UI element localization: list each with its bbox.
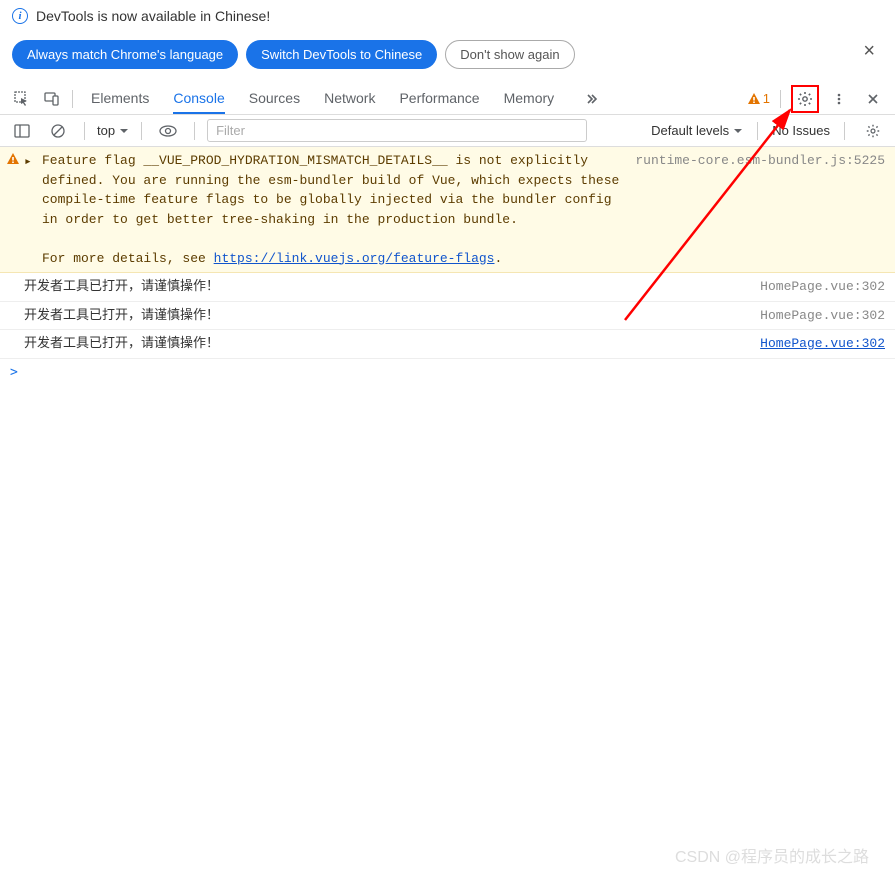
- tab-sources[interactable]: Sources: [249, 84, 300, 114]
- console-toolbar: top Default levels No Issues: [0, 115, 895, 147]
- main-tabs-row: Elements Console Sources Network Perform…: [0, 83, 895, 115]
- context-selector[interactable]: top: [97, 123, 129, 138]
- log-source[interactable]: HomePage.vue:302: [750, 277, 885, 297]
- close-icon[interactable]: ×: [855, 36, 883, 67]
- log-text: 开发者工具已打开，请谨慎操作！: [24, 334, 750, 354]
- info-icon: i: [12, 8, 28, 24]
- log-source-link[interactable]: HomePage.vue:302: [750, 334, 885, 354]
- issues-label[interactable]: No Issues: [772, 123, 830, 138]
- expand-icon[interactable]: ▸: [24, 151, 42, 268]
- kebab-menu-icon[interactable]: [825, 85, 853, 113]
- separator: [844, 122, 845, 140]
- console-log: 开发者工具已打开，请谨慎操作！ HomePage.vue:302: [0, 273, 895, 302]
- sidebar-toggle-icon[interactable]: [8, 117, 36, 145]
- device-toggle-icon[interactable]: [38, 85, 66, 113]
- live-expression-icon[interactable]: [154, 117, 182, 145]
- warnings-count: 1: [763, 91, 770, 106]
- console-log: 开发者工具已打开，请谨慎操作！ HomePage.vue:302: [0, 330, 895, 359]
- console-warning: ▸ Feature flag __VUE_PROD_HYDRATION_MISM…: [0, 147, 895, 273]
- infobar-buttons: Always match Chrome's language Switch De…: [0, 32, 895, 83]
- tabs: Elements Console Sources Network Perform…: [91, 84, 606, 114]
- log-levels-selector[interactable]: Default levels: [651, 123, 743, 138]
- language-infobar: i DevTools is now available in Chinese!: [0, 0, 895, 32]
- toolbar-right: Default levels No Issues: [651, 117, 887, 145]
- separator: [84, 122, 85, 140]
- warning-text: Feature flag __VUE_PROD_HYDRATION_MISMAT…: [42, 151, 625, 268]
- separator: [72, 90, 73, 108]
- tab-elements[interactable]: Elements: [91, 84, 149, 114]
- tabs-right: 1: [747, 85, 887, 113]
- tab-network[interactable]: Network: [324, 84, 375, 114]
- warnings-badge[interactable]: 1: [747, 91, 770, 106]
- levels-label: Default levels: [651, 123, 729, 138]
- context-label: top: [97, 123, 115, 138]
- separator: [194, 122, 195, 140]
- log-text: 开发者工具已打开，请谨慎操作！: [24, 306, 750, 326]
- always-match-button[interactable]: Always match Chrome's language: [12, 40, 238, 69]
- settings-icon[interactable]: [791, 85, 819, 113]
- tab-memory[interactable]: Memory: [504, 84, 555, 114]
- feature-flags-link[interactable]: https://link.vuejs.org/feature-flags: [214, 251, 495, 266]
- log-source[interactable]: HomePage.vue:302: [750, 306, 885, 326]
- console-output: ▸ Feature flag __VUE_PROD_HYDRATION_MISM…: [0, 147, 895, 386]
- console-settings-icon[interactable]: [859, 117, 887, 145]
- warning-icon: [6, 151, 24, 268]
- watermark: CSDN @程序员的成长之路: [675, 843, 869, 867]
- separator: [780, 90, 781, 108]
- close-devtools-icon[interactable]: [859, 85, 887, 113]
- filter-input[interactable]: [207, 119, 587, 142]
- console-prompt[interactable]: >: [0, 359, 895, 386]
- separator: [757, 122, 758, 140]
- tab-console[interactable]: Console: [173, 84, 224, 114]
- dont-show-button[interactable]: Don't show again: [445, 40, 574, 69]
- infobar-text: DevTools is now available in Chinese!: [36, 8, 270, 24]
- log-text: 开发者工具已打开，请谨慎操作！: [24, 277, 750, 297]
- switch-chinese-button[interactable]: Switch DevTools to Chinese: [246, 40, 437, 69]
- tab-performance[interactable]: Performance: [399, 84, 479, 114]
- inspect-icon[interactable]: [8, 85, 36, 113]
- clear-console-icon[interactable]: [44, 117, 72, 145]
- console-log: 开发者工具已打开，请谨慎操作！ HomePage.vue:302: [0, 302, 895, 331]
- separator: [141, 122, 142, 140]
- warning-source[interactable]: runtime-core.esm-bundler.js:5225: [625, 151, 885, 268]
- more-tabs-icon[interactable]: [578, 84, 606, 112]
